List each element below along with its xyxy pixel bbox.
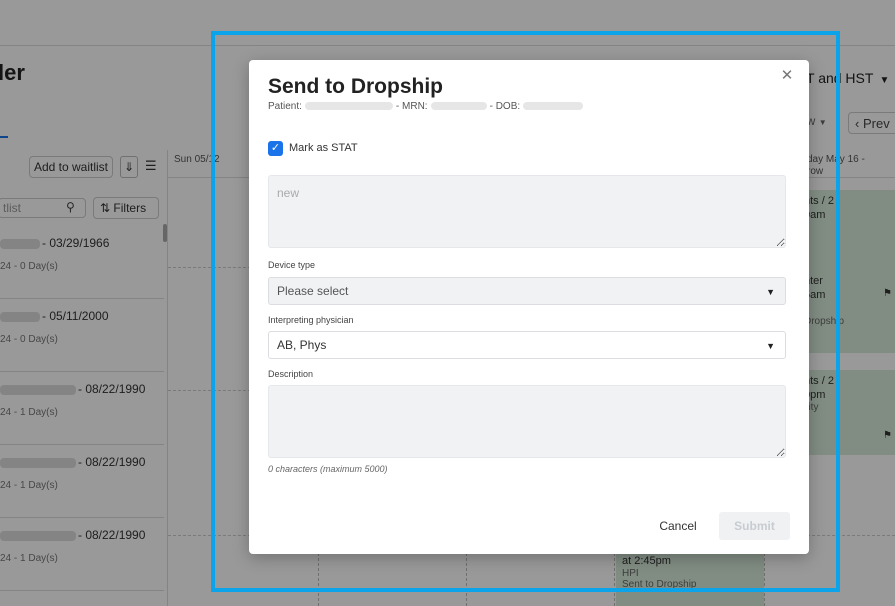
patient-label: Patient:	[268, 101, 302, 112]
physician-value: AB, Phys	[277, 338, 327, 352]
device-type-label: Device type	[268, 260, 316, 270]
device-type-select[interactable]: Please select ▼	[268, 277, 786, 305]
send-to-dropship-dialog: Send to Dropship ✕ Patient: - MRN: - DOB: …	[249, 60, 809, 554]
patient-info: Patient: - MRN: - DOB:	[268, 101, 586, 112]
chevron-down-icon: ▼	[766, 287, 775, 297]
redacted-dob	[523, 102, 584, 111]
device-type-value: Please select	[277, 284, 349, 298]
dob-label: - DOB:	[489, 101, 521, 112]
submit-button[interactable]: Submit	[719, 512, 790, 540]
chevron-down-icon: ▼	[766, 341, 775, 351]
note-textarea[interactable]	[268, 175, 786, 248]
close-icon[interactable]: ✕	[779, 68, 795, 84]
dialog-title: Send to Dropship	[268, 75, 443, 98]
redacted-mrn	[430, 102, 487, 111]
redacted-patient	[304, 102, 393, 111]
physician-label: Interpreting physician	[268, 315, 354, 325]
physician-select[interactable]: AB, Phys ▼	[268, 331, 786, 359]
description-label: Description	[268, 369, 314, 379]
cancel-button[interactable]: Cancel	[648, 513, 708, 539]
stat-label: Mark as STAT	[289, 142, 358, 154]
stat-checkbox[interactable]: ✓	[268, 141, 283, 156]
char-count: 0 characters (maximum 5000)	[268, 464, 388, 474]
description-textarea[interactable]	[268, 385, 786, 458]
mrn-label: - MRN:	[395, 101, 428, 112]
